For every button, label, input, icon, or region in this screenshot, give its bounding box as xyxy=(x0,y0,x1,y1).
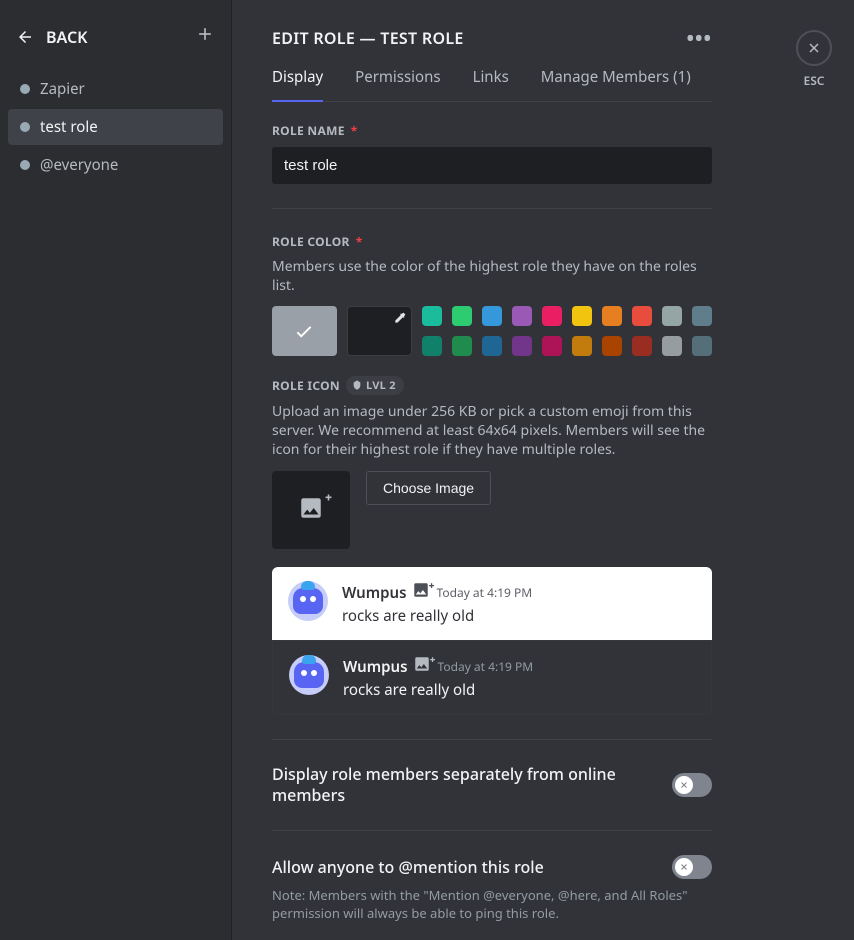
role-icon-helper: Upload an image under 256 KB or pick a c… xyxy=(272,403,712,460)
color-swatch[interactable] xyxy=(572,336,592,356)
color-swatch[interactable] xyxy=(512,336,532,356)
role-color-dot xyxy=(20,84,30,94)
plus-icon: + xyxy=(325,489,332,506)
color-swatch[interactable] xyxy=(692,306,712,326)
role-icon-upload[interactable]: + xyxy=(272,471,350,549)
avatar xyxy=(288,581,328,621)
role-icon-label: ROLE ICON LVL 2 xyxy=(272,376,712,395)
roles-sidebar: BACK Zapier test role @everyone xyxy=(0,0,232,940)
tabs: Display Permissions Links Manage Members (1… xyxy=(272,67,712,102)
color-swatch[interactable] xyxy=(632,336,652,356)
sidebar-role-label: test role xyxy=(40,117,98,137)
sidebar-role-item[interactable]: @everyone xyxy=(8,147,223,183)
color-swatch[interactable] xyxy=(692,336,712,356)
role-icon-badge: + xyxy=(412,581,430,604)
sidebar-role-label: @everyone xyxy=(40,155,118,175)
choose-image-button[interactable]: Choose Image xyxy=(366,471,491,505)
color-swatch[interactable] xyxy=(602,306,622,326)
preview-username: Wumpus xyxy=(343,657,407,677)
preview-light: Wumpus + Today at 4:19 PM rocks are real… xyxy=(272,567,712,640)
allow-mention-note: Note: Members with the "Mention @everyon… xyxy=(272,887,712,922)
custom-color-swatch[interactable] xyxy=(347,306,412,356)
boost-icon xyxy=(352,380,362,390)
color-swatch[interactable] xyxy=(452,336,472,356)
x-icon xyxy=(679,780,689,790)
color-swatch[interactable] xyxy=(662,336,682,356)
more-options-button[interactable]: ••• xyxy=(686,24,712,51)
preview-timestamp: Today at 4:19 PM xyxy=(436,584,532,601)
color-swatch[interactable] xyxy=(422,336,442,356)
plus-icon xyxy=(195,24,215,44)
tab-display[interactable]: Display xyxy=(272,67,323,101)
back-label: BACK xyxy=(46,26,88,48)
arrow-left-icon xyxy=(16,28,34,46)
preview-dark: Wumpus + Today at 4:19 PM rocks are real… xyxy=(272,640,712,715)
page-title: EDIT ROLE — TEST ROLE xyxy=(272,27,464,49)
color-swatch[interactable] xyxy=(452,306,472,326)
sidebar-role-label: Zapier xyxy=(40,79,85,99)
check-icon xyxy=(293,320,315,342)
preview-username: Wumpus xyxy=(342,583,406,603)
tab-links[interactable]: Links xyxy=(473,67,509,101)
color-grid xyxy=(422,306,712,356)
preview-message: rocks are really old xyxy=(342,606,696,626)
default-color-swatch[interactable] xyxy=(272,306,337,356)
role-name-label: ROLE NAME* xyxy=(272,122,712,139)
color-swatch[interactable] xyxy=(632,306,652,326)
close-rail: ESC xyxy=(774,0,854,940)
color-swatch[interactable] xyxy=(662,306,682,326)
color-swatch[interactable] xyxy=(512,306,532,326)
image-icon xyxy=(298,495,324,521)
esc-label: ESC xyxy=(804,72,825,89)
allow-mention-toggle[interactable] xyxy=(672,855,712,879)
preview-timestamp: Today at 4:19 PM xyxy=(437,658,533,675)
close-button[interactable] xyxy=(796,30,832,66)
color-swatch[interactable] xyxy=(422,306,442,326)
back-button[interactable]: BACK xyxy=(16,26,88,48)
display-separately-toggle[interactable] xyxy=(672,773,712,797)
x-icon xyxy=(679,862,689,872)
color-swatch[interactable] xyxy=(482,336,502,356)
role-name-input[interactable] xyxy=(272,147,712,184)
sidebar-role-item[interactable]: Zapier xyxy=(8,71,223,107)
display-separately-label: Display role members separately from onl… xyxy=(272,764,656,806)
color-swatch[interactable] xyxy=(572,306,592,326)
sidebar-role-item[interactable]: test role xyxy=(8,109,223,145)
boost-level-badge: LVL 2 xyxy=(346,376,404,395)
add-role-button[interactable] xyxy=(195,24,215,49)
role-color-dot xyxy=(20,122,30,132)
preview-message: rocks are really old xyxy=(343,680,695,700)
tab-permissions[interactable]: Permissions xyxy=(355,67,440,101)
role-color-label: ROLE COLOR* xyxy=(272,233,712,250)
avatar xyxy=(289,655,329,695)
color-swatch[interactable] xyxy=(542,306,562,326)
close-icon xyxy=(806,40,822,56)
allow-mention-label: Allow anyone to @mention this role xyxy=(272,857,544,878)
role-icon-badge: + xyxy=(413,655,431,678)
color-swatch[interactable] xyxy=(482,306,502,326)
color-swatch[interactable] xyxy=(602,336,622,356)
tab-manage-members-1[interactable]: Manage Members (1) xyxy=(541,67,691,101)
role-color-dot xyxy=(20,160,30,170)
role-color-helper: Members use the color of the highest rol… xyxy=(272,258,712,296)
color-swatch[interactable] xyxy=(542,336,562,356)
eyedropper-icon xyxy=(393,311,407,325)
main-content: EDIT ROLE — TEST ROLE ••• Display Permiss… xyxy=(232,0,774,940)
